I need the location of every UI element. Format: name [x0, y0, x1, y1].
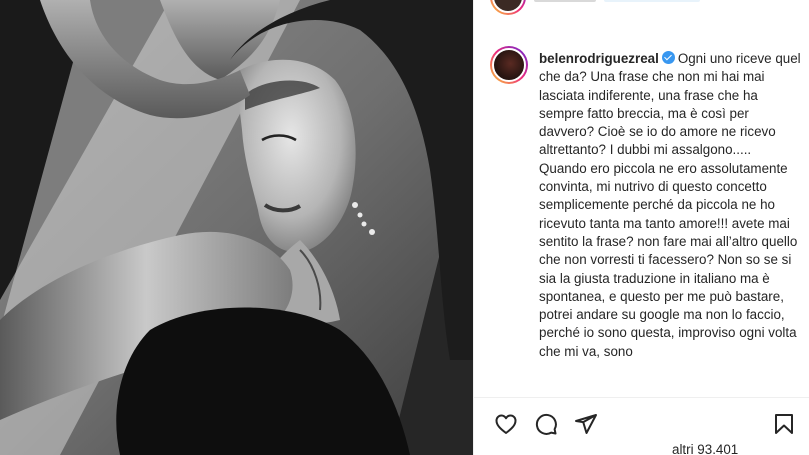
header-username-strip — [534, 0, 734, 6]
caption-text: belenrodriguezreal Ogni uno riceve quel c… — [539, 50, 801, 361]
heart-icon[interactable] — [494, 412, 518, 436]
post-photo[interactable] — [0, 0, 473, 455]
action-bar: altri 93.401 — [474, 398, 809, 455]
caption-avatar[interactable] — [490, 46, 528, 84]
comment-icon[interactable] — [534, 412, 558, 436]
header-avatar[interactable] — [490, 0, 526, 15]
bookmark-icon[interactable] — [772, 412, 796, 436]
caption-section: belenrodriguezreal Ogni uno riceve quel c… — [474, 41, 809, 398]
post-side-panel: belenrodriguezreal Ogni uno riceve quel c… — [473, 0, 809, 455]
black-and-white-portrait — [0, 0, 473, 455]
likes-count[interactable]: altri 93.401 — [672, 442, 738, 455]
caption-paragraph-1: Ogni uno riceve quel che da? Una frase c… — [539, 51, 805, 158]
paper-plane-icon[interactable] — [574, 412, 598, 436]
caption-username[interactable]: belenrodriguezreal — [539, 51, 659, 66]
verified-badge-icon — [661, 51, 675, 64]
caption-paragraph-2: Quando ero piccola ne ero assolutamente … — [539, 160, 802, 359]
